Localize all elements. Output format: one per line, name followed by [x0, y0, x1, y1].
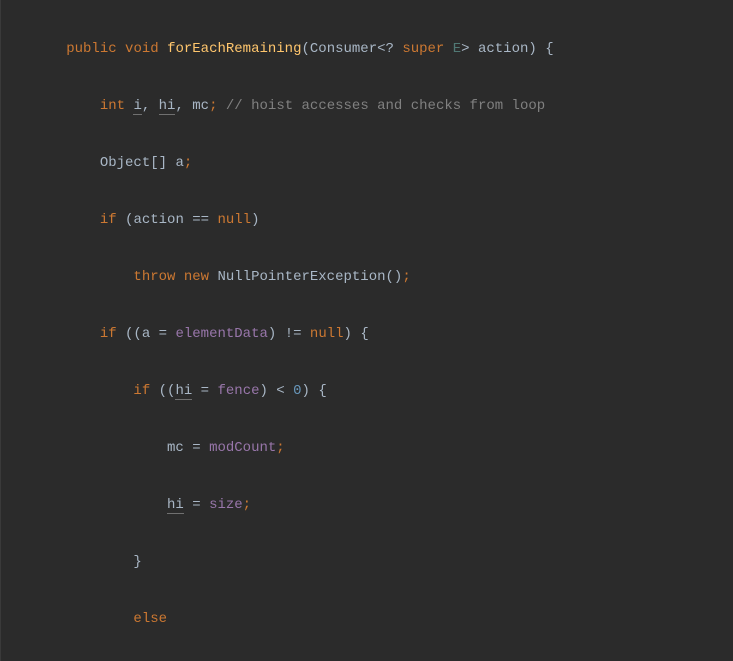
code-line: mc = modCount; [11, 434, 733, 463]
keyword-void: void [125, 41, 159, 57]
keyword-null: null [217, 212, 251, 228]
code-line: else [11, 605, 733, 634]
code-line: if ((a = elementData) != null) { [11, 320, 733, 349]
keyword-new: new [184, 269, 209, 285]
code-line: int i, hi, mc; // hoist accesses and che… [11, 92, 733, 121]
keyword-if: if [100, 212, 117, 228]
keyword-else: else [133, 611, 167, 627]
method-name: forEachRemaining [167, 41, 301, 57]
keyword-throw: throw [133, 269, 175, 285]
keyword-public: public [66, 41, 116, 57]
keyword-int: int [100, 98, 125, 114]
generic-type: E [453, 41, 461, 57]
keyword-if: if [100, 326, 117, 342]
code-editor[interactable]: public void forEachRemaining(Consumer<? … [0, 0, 733, 661]
code-line: } [11, 548, 733, 577]
code-line: throw new NullPointerException(); [11, 263, 733, 292]
code-line: Object[] a; [11, 149, 733, 178]
code-line: hi = size; [11, 491, 733, 520]
comment: // hoist accesses and checks from loop [226, 98, 545, 114]
code-line: if (action == null) [11, 206, 733, 235]
code-line: public void forEachRemaining(Consumer<? … [11, 35, 733, 64]
code-line: if ((hi = fence) < 0) { [11, 377, 733, 406]
